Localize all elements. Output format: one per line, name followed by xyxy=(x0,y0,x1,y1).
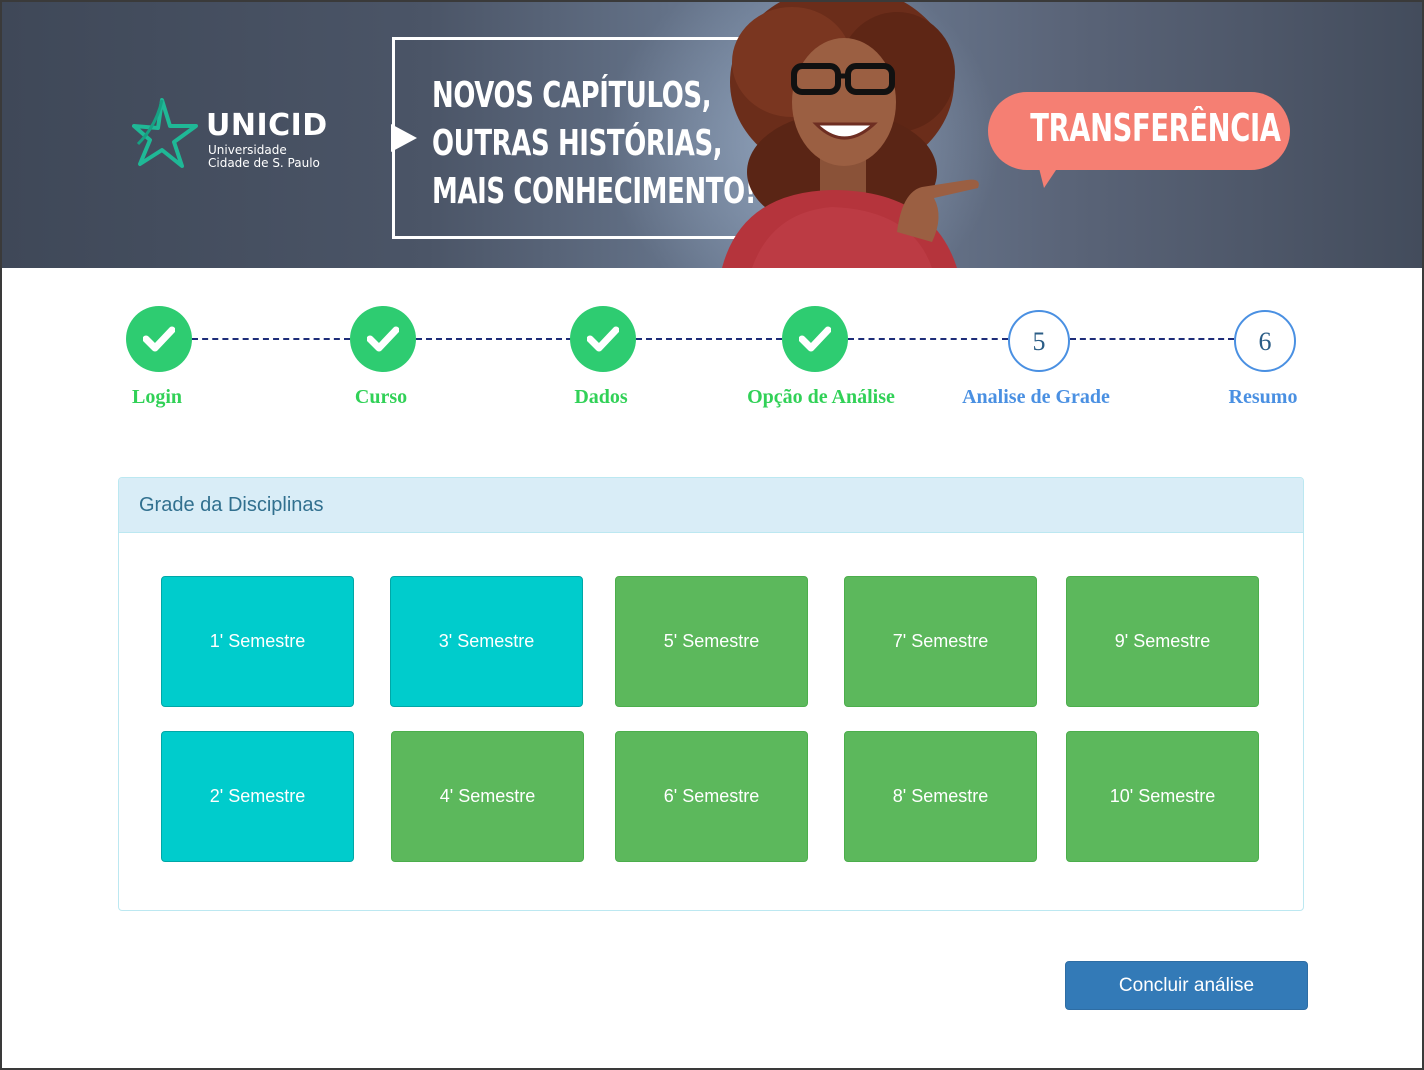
check-icon xyxy=(799,326,831,352)
check-icon xyxy=(143,326,175,352)
conclude-analysis-button[interactable]: Concluir análise xyxy=(1065,961,1308,1010)
semester-7-button[interactable]: 7' Semestre xyxy=(844,576,1037,707)
step-analise-circle[interactable]: 5 xyxy=(1008,310,1070,372)
step-resumo-circle[interactable]: 6 xyxy=(1234,310,1296,372)
transfer-bubble-label: TRANSFERÊNCIA xyxy=(1030,106,1281,150)
star-logo-icon xyxy=(132,98,198,168)
step-label-curso: Curso xyxy=(354,386,408,408)
step-curso-circle[interactable] xyxy=(350,306,416,372)
bubble-tail xyxy=(1038,164,1060,188)
logo-sub-line2: Cidade de S. Paulo xyxy=(208,156,320,170)
semester-5-button[interactable]: 5' Semestre xyxy=(615,576,808,707)
semester-3-button[interactable]: 3' Semestre xyxy=(390,576,583,707)
step-label-dados: Dados xyxy=(574,386,628,408)
step-connector xyxy=(416,338,572,340)
step-label-opcao: Opção de Análise xyxy=(747,386,895,408)
step-connector xyxy=(192,338,350,340)
step-connector xyxy=(636,338,782,340)
check-icon xyxy=(587,326,619,352)
step-dados-circle[interactable] xyxy=(570,306,636,372)
unicid-logo[interactable]: UNICID Universidade Cidade de S. Paulo xyxy=(132,98,362,178)
semester-1-button[interactable]: 1' Semestre xyxy=(161,576,354,707)
step-login-circle[interactable] xyxy=(126,306,192,372)
banner-person-image xyxy=(722,2,979,268)
semester-10-button[interactable]: 10' Semestre xyxy=(1066,731,1259,862)
semester-2-button[interactable]: 2' Semestre xyxy=(161,731,354,862)
check-icon xyxy=(367,326,399,352)
step-number: 5 xyxy=(1032,327,1046,356)
semester-9-button[interactable]: 9' Semestre xyxy=(1066,576,1259,707)
logo-name: UNICID xyxy=(206,108,328,143)
hero-banner: UNICID Universidade Cidade de S. Paulo N… xyxy=(2,2,1422,268)
semester-6-button[interactable]: 6' Semestre xyxy=(615,731,808,862)
panel-title: Grade da Disciplinas xyxy=(119,478,1303,533)
step-label-analise: Analise de Grade xyxy=(962,386,1110,408)
page-frame: UNICID Universidade Cidade de S. Paulo N… xyxy=(0,0,1424,1070)
semester-4-button[interactable]: 4' Semestre xyxy=(391,731,584,862)
semester-8-button[interactable]: 8' Semestre xyxy=(844,731,1037,862)
step-label-resumo: Resumo xyxy=(1228,386,1298,408)
step-connector xyxy=(1070,338,1234,340)
step-number: 6 xyxy=(1258,327,1272,356)
step-opcao-circle[interactable] xyxy=(782,306,848,372)
step-label-login: Login xyxy=(131,386,183,408)
step-connector xyxy=(848,338,1008,340)
progress-stepper: 5 6 Login Curso Dados Opção de Análise A… xyxy=(2,302,1422,422)
headline-arrow-icon xyxy=(391,124,417,152)
logo-subtitle: Universidade Cidade de S. Paulo xyxy=(208,144,388,170)
disciplines-panel: Grade da Disciplinas 1' Semestre 2' Seme… xyxy=(118,477,1304,911)
